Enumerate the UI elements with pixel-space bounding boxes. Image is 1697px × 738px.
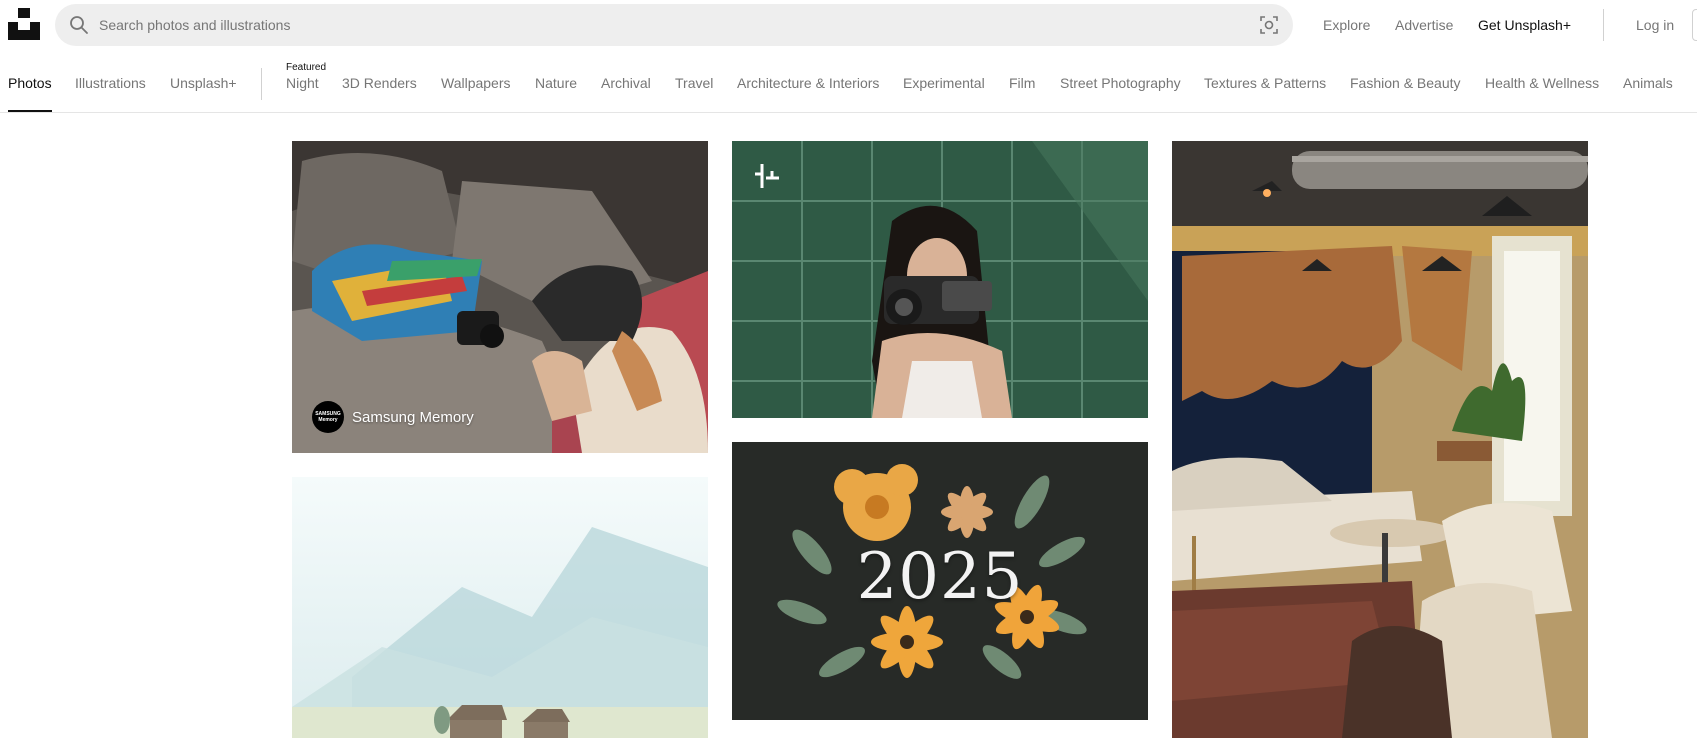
category-bar: Photos Illustrations Unsplash+ Featured … <box>0 60 1697 113</box>
topic-architecture-interiors[interactable]: Architecture & Interiors <box>737 75 879 91</box>
tab-unsplash-plus[interactable]: Unsplash+ <box>170 75 237 91</box>
visual-search-icon[interactable] <box>1259 15 1279 35</box>
topic-fashion-beauty[interactable]: Fashion & Beauty <box>1350 75 1461 91</box>
featured-label: Featured <box>286 62 327 73</box>
topic-wallpapers[interactable]: Wallpapers <box>441 75 511 91</box>
topic-street-photography[interactable]: Street Photography <box>1060 75 1181 91</box>
photo-misty-mountains <box>292 477 708 738</box>
search-bar <box>55 4 1293 46</box>
topic-experimental[interactable]: Experimental <box>903 75 985 91</box>
topic-archival[interactable]: Archival <box>601 75 651 91</box>
unsplash-logo-icon[interactable] <box>8 8 40 40</box>
topic-textures-patterns[interactable]: Textures & Patterns <box>1204 75 1326 91</box>
sponsor-attribution[interactable]: SAMSUNG Memory Samsung Memory <box>312 401 474 433</box>
tab-photos[interactable]: Photos <box>8 75 52 91</box>
top-header: Explore Advertise Get Unsplash+ Log in <box>0 0 1697 50</box>
topic-night[interactable]: Night <box>286 75 319 91</box>
photo-tile-misty-mountains[interactable] <box>292 477 708 738</box>
active-tab-indicator <box>8 110 52 112</box>
sponsor-avatar: SAMSUNG Memory <box>312 401 344 433</box>
unsplash-plus-icon <box>755 164 779 188</box>
topic-health-wellness[interactable]: Health & Wellness <box>1485 75 1599 91</box>
topic-travel[interactable]: Travel <box>675 75 713 91</box>
photo-tile-2025-flowers[interactable]: 2025 <box>732 442 1148 720</box>
tab-illustrations[interactable]: Illustrations <box>75 75 146 91</box>
category-divider <box>261 68 262 100</box>
topic-animals[interactable]: Animals <box>1623 75 1673 91</box>
sponsor-name: Samsung Memory <box>352 408 474 426</box>
topic-3d-renders[interactable]: 3D Renders <box>342 75 417 91</box>
topic-film[interactable]: Film <box>1009 75 1035 91</box>
photo-tile-camcorder[interactable] <box>732 141 1148 418</box>
photo-camcorder <box>732 141 1148 418</box>
submit-image-button[interactable] <box>1692 9 1697 41</box>
year-text: 2025 <box>856 540 1024 614</box>
advertise-link[interactable]: Advertise <box>1395 0 1453 50</box>
get-unsplash-plus-link[interactable]: Get Unsplash+ <box>1478 0 1571 50</box>
search-input[interactable] <box>99 4 1199 46</box>
search-icon[interactable] <box>69 15 89 35</box>
topic-nature[interactable]: Nature <box>535 75 577 91</box>
photo-tile-camera-rocks[interactable]: SAMSUNG Memory Samsung Memory <box>292 141 708 453</box>
photo-interior <box>1172 141 1588 738</box>
header-divider <box>1603 9 1604 41</box>
photo-tile-interior[interactable] <box>1172 141 1588 738</box>
explore-link[interactable]: Explore <box>1323 0 1370 50</box>
login-link[interactable]: Log in <box>1636 0 1674 50</box>
